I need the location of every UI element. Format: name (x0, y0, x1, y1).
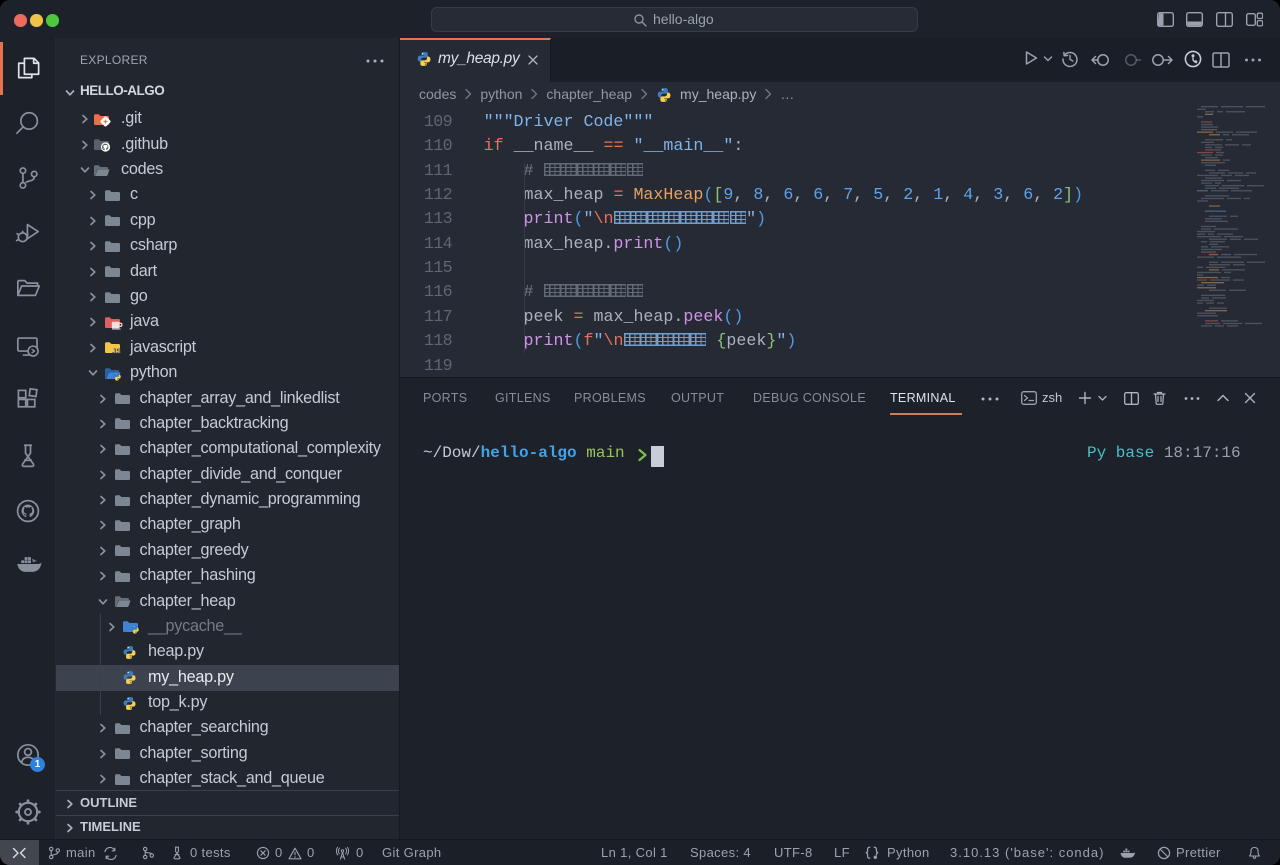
svg-text:JS: JS (112, 347, 121, 356)
